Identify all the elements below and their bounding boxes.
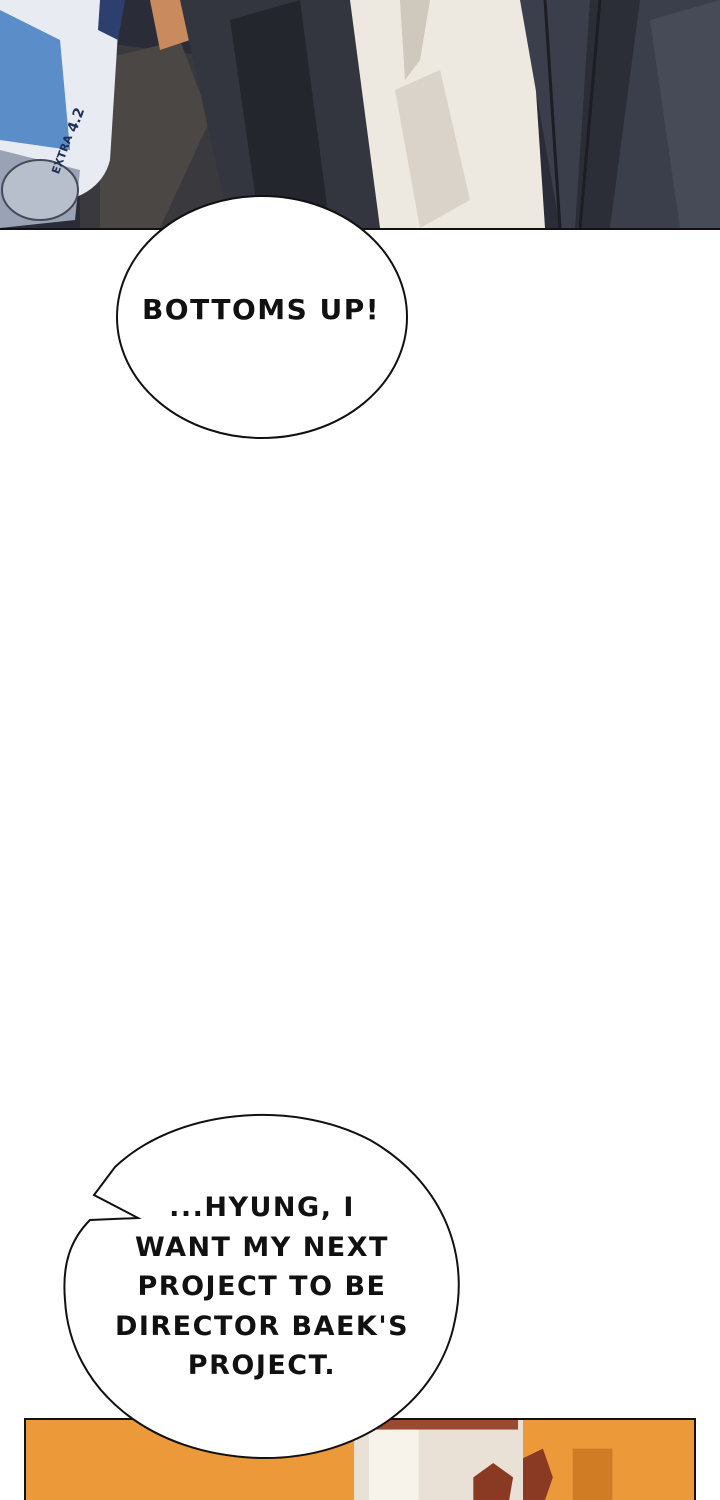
speech-bubble-2-text: ...HYUNG, I WANT MY NEXT PROJECT TO BE D… — [100, 1188, 424, 1386]
bottom-panel-illustration — [26, 1420, 694, 1500]
top-comic-panel: 4.2 EXTRA — [0, 0, 720, 230]
bubble-2-line: PROJECT TO BE — [137, 1271, 387, 1302]
comic-page: 4.2 EXTRA BOTTOMS UP! ...HYUNG, I WANT M… — [0, 0, 720, 1500]
bottom-comic-panel — [24, 1418, 696, 1500]
bubble-2-line: PROJECT. — [187, 1350, 337, 1381]
bubble-1-line: BOTTOMS UP! — [141, 293, 381, 326]
bubble-2-line: ...HYUNG, I — [169, 1192, 355, 1223]
top-panel-illustration — [0, 0, 720, 228]
bubble-2-line: DIRECTOR BAEK'S — [114, 1310, 410, 1342]
speech-bubble-1-text: BOTTOMS UP! — [120, 288, 402, 332]
bubble-2-line: WANT MY NEXT — [135, 1231, 389, 1263]
